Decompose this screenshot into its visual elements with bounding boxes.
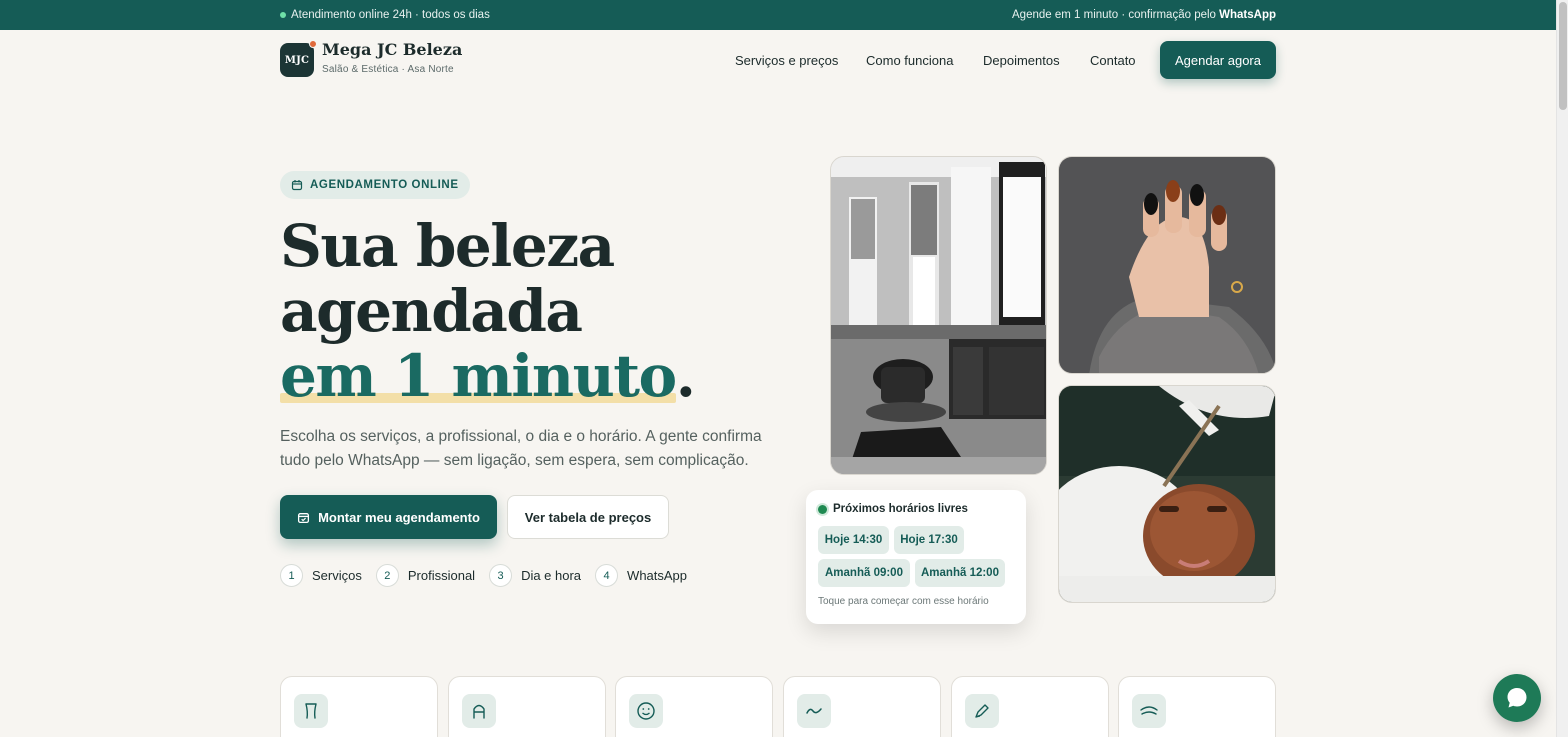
service-card-makeup[interactable] (448, 676, 606, 737)
letter-a-icon (462, 694, 496, 728)
calendar-icon (291, 180, 303, 191)
brand-name[interactable]: Mega JC Beleza (322, 40, 462, 59)
service-card-nails[interactable] (951, 676, 1109, 737)
step-services: 1 Serviços (280, 564, 362, 587)
step-whatsapp: 4 WhatsApp (595, 564, 687, 587)
wave-icon (797, 694, 831, 728)
nav-link-services[interactable]: Serviços e preços (735, 53, 838, 68)
smile-face-icon (629, 694, 663, 728)
hero-description: Escolha os serviços, a profissional, o d… (280, 428, 762, 469)
slot-tomorrow-1200[interactable]: Amanhã 12:00 (915, 559, 1005, 587)
slots-card-hint: Toque para começar com esse horário (818, 596, 989, 607)
step-number: 1 (280, 564, 303, 587)
next-available-slots-card: Próximos horários livres Hoje 14:30 Hoje… (806, 490, 1026, 624)
online-status: Atendimento online 24h · todos os dias (280, 9, 490, 21)
nav-link-how-it-works[interactable]: Como funciona (866, 53, 953, 68)
nav-link-contact[interactable]: Contato (1090, 53, 1136, 68)
step-number: 2 (375, 564, 399, 587)
step-label: Serviços (312, 568, 362, 583)
service-card-hair[interactable] (280, 676, 438, 737)
top-announcement-bar: Atendimento online 24h · todos os dias A… (0, 0, 1556, 30)
pill-label: AGENDAMENTO ONLINE (310, 179, 459, 191)
step-label: Profissional (407, 568, 476, 583)
step-number: 4 (595, 564, 619, 587)
whatsapp-note-text: Agende em 1 minuto · confirmação pelo (1012, 9, 1216, 21)
scrollbar-thumb[interactable] (1559, 2, 1567, 110)
brand-subtitle: Salão & Estética · Asa Norte (322, 64, 454, 75)
headline-line-1: Sua beleza (280, 212, 615, 280)
online-scheduling-pill: AGENDAMENTO ONLINE (280, 171, 470, 199)
hair-dryer-icon (294, 694, 328, 728)
service-card-aesthetics[interactable] (615, 676, 773, 737)
service-card-waxing[interactable] (783, 676, 941, 737)
eyebrow-icon (1132, 694, 1166, 728)
logo-badge-text: MJC (284, 54, 310, 66)
headline-accent: em 1 minuto (280, 342, 677, 410)
build-appointment-label: Montar meu agendamento (318, 509, 480, 525)
step-professional: 2 Profissional (375, 564, 476, 587)
calendar-check-icon (298, 512, 310, 523)
headline-line-2: agendada (280, 277, 583, 345)
booking-steps: 1 Serviços 2 Profissional 3 Dia e hora 4… (280, 564, 701, 587)
whatsapp-note: Agende em 1 minuto · confirmação pelo Wh… (1012, 9, 1276, 21)
slots-card-title: Próximos horários livres (818, 503, 968, 515)
price-table-button[interactable]: Ver tabela de preços (507, 495, 669, 539)
chat-button[interactable] (1493, 674, 1541, 722)
schedule-now-button[interactable]: Agendar agora (1160, 41, 1276, 79)
online-status-text: Atendimento online 24h · todos os dias (291, 9, 490, 21)
service-card-eyebrows[interactable] (1118, 676, 1276, 737)
whatsapp-note-bold: WhatsApp (1219, 9, 1276, 21)
step-date-time: 3 Dia e hora (489, 564, 581, 587)
hero-headline: Sua beleza agendada em 1 minuto. (280, 214, 800, 409)
slot-today-1730[interactable]: Hoje 17:30 (894, 526, 964, 554)
live-dot-icon (818, 504, 827, 514)
slots-card-title-text: Próximos horários livres (833, 503, 968, 515)
online-dot-icon (280, 12, 286, 18)
step-label: WhatsApp (627, 568, 688, 583)
nails-photo (1058, 156, 1276, 374)
slot-tomorrow-0900[interactable]: Amanhã 09:00 (818, 559, 910, 587)
notification-dot-icon (309, 40, 317, 48)
nav-link-testimonials[interactable]: Depoimentos (983, 53, 1060, 68)
step-number: 3 (489, 564, 513, 587)
slot-today-1430[interactable]: Hoje 14:30 (818, 526, 889, 554)
logo-badge[interactable]: MJC (280, 40, 317, 77)
build-appointment-button[interactable]: Montar meu agendamento (280, 495, 497, 539)
facial-treatment-photo (1058, 385, 1276, 603)
pen-nib-icon (965, 694, 999, 728)
salon-interior-photo (830, 156, 1047, 475)
step-label: Dia e hora (521, 568, 582, 583)
chat-bubble-icon (1507, 688, 1527, 708)
page-scrollbar[interactable] (1556, 0, 1568, 737)
headline-period: . (675, 342, 696, 410)
